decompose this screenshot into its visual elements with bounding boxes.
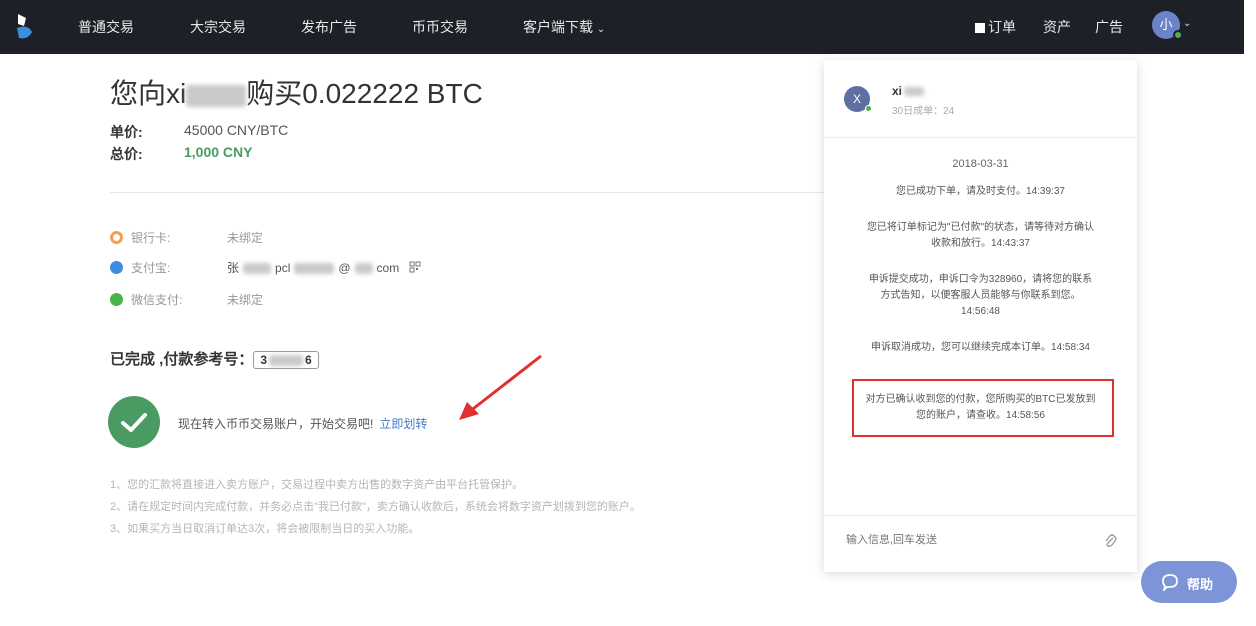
payment-wechat-name: 微信支付: bbox=[131, 293, 183, 307]
chat-date: 2018-03-31 bbox=[952, 158, 1009, 170]
payment-bank: 银行卡: 未绑定 bbox=[110, 229, 263, 246]
divider bbox=[110, 192, 830, 193]
annotation-arrow-icon bbox=[459, 354, 542, 420]
qrcode-icon[interactable] bbox=[409, 261, 421, 273]
unit-price-label: 单价: bbox=[110, 124, 143, 140]
chat-input[interactable] bbox=[846, 534, 1086, 546]
nav-post-ad[interactable]: 发布广告 bbox=[301, 17, 357, 37]
help-label: 帮助 bbox=[1187, 577, 1214, 592]
order-status: 已完成 ,付款参考号： 3 6 bbox=[110, 348, 319, 369]
counterparty-name-text: xi bbox=[892, 84, 903, 98]
nav-orders[interactable]: 订单 bbox=[975, 17, 1016, 37]
chat-message: 您已成功下单，请及时支付。14:39:37 bbox=[896, 186, 1065, 197]
note-2: 2、请在规定时间内完成付款，并务必点击"我已付款"，卖方确认收款后，系统会将数字… bbox=[110, 501, 641, 513]
total-price-label: 总价: bbox=[110, 146, 143, 162]
divider bbox=[824, 515, 1137, 516]
payment-bank-name: 银行卡: bbox=[131, 231, 171, 245]
alipay-value-suffix: com bbox=[376, 261, 400, 275]
nav-orders-label: 订单 bbox=[988, 19, 1016, 35]
success-text: 现在转入币币交易账户，开始交易吧! bbox=[178, 417, 374, 431]
nav-coin-trade[interactable]: 币币交易 bbox=[412, 17, 468, 37]
user-avatar[interactable]: 小 bbox=[1152, 11, 1183, 40]
blurred-text bbox=[294, 263, 335, 275]
wechat-icon bbox=[110, 293, 123, 306]
title-suffix: 购买0.022222 BTC bbox=[246, 78, 483, 109]
page-title: 您向xi 购买0.022222 BTC bbox=[110, 72, 483, 112]
success-message: 现在转入币币交易账户，开始交易吧! 立即划转 bbox=[178, 415, 427, 432]
blurred-text bbox=[269, 355, 304, 367]
chevron-down-icon: ⌄ bbox=[596, 24, 606, 35]
chat-message: 对方已确认收到您的付款，您所购买的BTC已发放到您的账户，请查收。14:58:5… bbox=[865, 394, 1096, 421]
chat-message: 申诉提交成功，申诉口令为328960，请将您的联系方式告知，以便客服人员能够与你… bbox=[868, 274, 1093, 317]
alipay-value: 张 pcl @ com bbox=[227, 261, 399, 275]
chat-panel: X xi 30日成单：24 2018-03-31 您已成功下单，请及时支付。14… bbox=[824, 60, 1137, 572]
counterparty-avatar-initial: X bbox=[852, 92, 861, 106]
unit-price-value: 45000 CNY/BTC bbox=[184, 122, 289, 138]
nav-client-download-label: 客户端下载 bbox=[523, 19, 593, 35]
note-3: 3、如果买方当日取消订单达3次，将会被限制当日的买入功能。 bbox=[110, 523, 420, 535]
paperclip-icon[interactable] bbox=[1103, 533, 1117, 549]
bank-card-icon bbox=[110, 231, 123, 244]
user-avatar-initial: 小 bbox=[1159, 17, 1173, 32]
online-status-dot bbox=[865, 105, 872, 112]
blurred-text bbox=[904, 87, 925, 97]
payment-alipay: 支付宝: 张 pcl @ com bbox=[110, 259, 421, 276]
alipay-value-at: @ bbox=[338, 261, 351, 275]
chat-message: 申诉取消成功，您可以继续完成本订单。14:58:34 bbox=[871, 342, 1090, 353]
nav-bulk-trade[interactable]: 大宗交易 bbox=[190, 17, 246, 37]
chat-message: 您已将订单标记为"已付款"的状态，请等待对方确认收款和放行。14:43:37 bbox=[866, 222, 1095, 249]
reference-number: 36 bbox=[253, 351, 319, 369]
reference-suffix: 6 bbox=[305, 353, 312, 367]
orders-icon bbox=[975, 23, 985, 33]
blurred-text bbox=[243, 263, 272, 275]
alipay-value-mid: pcl bbox=[275, 261, 291, 275]
reference-prefix: 3 bbox=[260, 353, 268, 367]
chat-bubble-icon bbox=[1162, 574, 1178, 591]
alipay-value-prefix: 张 bbox=[227, 261, 240, 275]
counterparty-avatar: X bbox=[844, 86, 872, 112]
help-button[interactable]: 帮助 bbox=[1141, 561, 1237, 603]
transfer-now-link[interactable]: 立即划转 bbox=[379, 417, 427, 431]
title-prefix: 您向xi bbox=[110, 78, 187, 109]
success-check-icon bbox=[108, 396, 160, 448]
nav-assets[interactable]: 资产 bbox=[1043, 17, 1071, 37]
total-price-value: 1,000 CNY bbox=[184, 144, 253, 160]
nav-client-download[interactable]: 客户端下载 ⌄ bbox=[523, 17, 605, 37]
blurred-text bbox=[354, 263, 373, 275]
nav-normal-trade[interactable]: 普通交易 bbox=[78, 17, 134, 37]
payment-bank-value: 未绑定 bbox=[227, 231, 264, 245]
blurred-username bbox=[186, 84, 247, 107]
counterparty-stats: 30日成单：24 bbox=[892, 106, 955, 117]
payment-alipay-name: 支付宝: bbox=[131, 261, 171, 275]
chevron-down-icon[interactable]: ⌄ bbox=[1183, 18, 1191, 29]
payment-wechat-value: 未绑定 bbox=[227, 293, 264, 307]
payment-wechat: 微信支付: 未绑定 bbox=[110, 291, 263, 308]
counterparty-name: xi bbox=[892, 84, 925, 98]
order-status-label: 已完成 ,付款参考号： bbox=[110, 351, 254, 368]
note-1: 1、您的汇款将直接进入卖方账户，交易过程中卖方出售的数字资产由平台托管保护。 bbox=[110, 479, 524, 491]
alipay-icon bbox=[110, 261, 123, 274]
logo-icon[interactable] bbox=[14, 12, 36, 42]
nav-ads[interactable]: 广告 bbox=[1095, 17, 1123, 37]
top-nav: 普通交易 大宗交易 发布广告 币币交易 客户端下载 ⌄ 订单 资产 广告 小 ⌄ bbox=[0, 0, 1244, 54]
chat-header: X xi 30日成单：24 bbox=[824, 60, 1137, 138]
online-status-dot bbox=[1173, 30, 1183, 40]
